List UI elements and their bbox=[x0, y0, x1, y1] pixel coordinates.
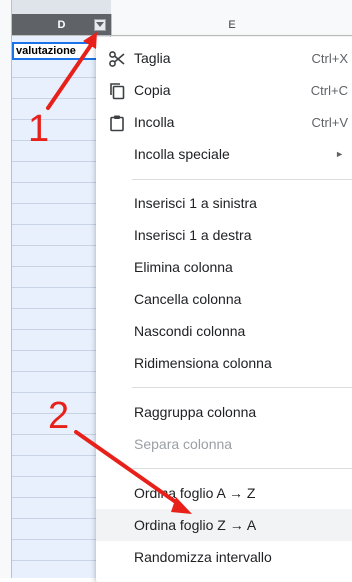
column-context-menu: Taglia Ctrl+X Copia Ctrl+C Incolla Ctrl+… bbox=[96, 37, 352, 582]
menu-item-cut-shortcut: Ctrl+X bbox=[311, 50, 348, 66]
menu-item-group-column-label: Raggruppa colonna bbox=[134, 404, 257, 420]
submenu-arrow-icon: ► bbox=[335, 149, 344, 159]
menu-item-paste-special[interactable]: Incolla speciale ► bbox=[96, 138, 352, 170]
annotation-number-1: 1 bbox=[28, 108, 50, 150]
menu-item-hide-column-label: Nascondi colonna bbox=[134, 323, 246, 339]
menu-item-cut-label: Taglia bbox=[134, 50, 171, 66]
column-header-e[interactable]: E bbox=[111, 14, 352, 36]
menu-item-paste-shortcut: Ctrl+V bbox=[311, 114, 348, 130]
menu-separator bbox=[132, 468, 352, 469]
active-cell-d1[interactable]: valutazione bbox=[12, 42, 98, 60]
menu-item-insert-right-label: Inserisci 1 a destra bbox=[134, 227, 252, 243]
menu-item-copy-label: Copia bbox=[134, 82, 171, 98]
menu-item-copy-shortcut: Ctrl+C bbox=[310, 82, 348, 98]
cell-d1-value: valutazione bbox=[16, 45, 76, 57]
menu-separator bbox=[132, 387, 352, 388]
menu-item-insert-right[interactable]: Inserisci 1 a destra bbox=[96, 219, 352, 251]
menu-item-delete-column-label: Elimina colonna bbox=[134, 259, 233, 275]
column-e-top-strip bbox=[111, 0, 352, 14]
menu-item-paste-special-label: Incolla speciale bbox=[134, 146, 230, 162]
menu-item-cut[interactable]: Taglia Ctrl+X bbox=[96, 42, 352, 74]
menu-item-copy[interactable]: Copia Ctrl+C bbox=[96, 74, 352, 106]
menu-item-sort-a-z[interactable]: Ordina foglio A → Z bbox=[96, 477, 352, 509]
menu-item-paste-label: Incolla bbox=[134, 114, 175, 130]
menu-item-ungroup-column-label: Separa colonna bbox=[134, 436, 233, 452]
menu-item-group-column[interactable]: Raggruppa colonna bbox=[96, 396, 352, 428]
column-menu-button[interactable] bbox=[94, 19, 106, 31]
menu-item-hide-column[interactable]: Nascondi colonna bbox=[96, 315, 352, 347]
column-d-top-strip bbox=[12, 0, 111, 14]
column-header-e-label: E bbox=[228, 18, 236, 31]
column-header-d-label: D bbox=[57, 18, 66, 31]
menu-item-sort-a-z-label: Ordina foglio A → Z bbox=[134, 485, 256, 501]
menu-item-randomize-range[interactable]: Randomizza intervallo bbox=[96, 541, 352, 573]
annotation-number-2: 2 bbox=[48, 395, 70, 437]
menu-item-insert-left-label: Inserisci 1 a sinistra bbox=[134, 195, 257, 211]
menu-item-delete-column[interactable]: Elimina colonna bbox=[96, 251, 352, 283]
menu-item-ungroup-column: Separa colonna bbox=[96, 428, 352, 460]
menu-item-randomize-range-label: Randomizza intervallo bbox=[134, 549, 272, 565]
menu-item-sort-z-a-label: Ordina foglio Z → A bbox=[134, 517, 257, 533]
menu-item-paste[interactable]: Incolla Ctrl+V bbox=[96, 106, 352, 138]
menu-item-clear-column[interactable]: Cancella colonna bbox=[96, 283, 352, 315]
menu-item-resize-column-label: Ridimensiona colonna bbox=[134, 355, 272, 371]
scissors-icon bbox=[109, 51, 125, 67]
menu-item-insert-left[interactable]: Inserisci 1 a sinistra bbox=[96, 187, 352, 219]
chevron-down-icon bbox=[96, 22, 104, 27]
row-header-gutter bbox=[0, 0, 12, 578]
menu-separator bbox=[132, 179, 352, 180]
menu-item-sort-z-a[interactable]: Ordina foglio Z → A bbox=[96, 509, 352, 541]
clipboard-icon bbox=[110, 115, 124, 132]
copy-icon bbox=[110, 83, 125, 100]
menu-item-resize-column[interactable]: Ridimensiona colonna bbox=[96, 347, 352, 379]
menu-item-clear-column-label: Cancella colonna bbox=[134, 291, 242, 307]
